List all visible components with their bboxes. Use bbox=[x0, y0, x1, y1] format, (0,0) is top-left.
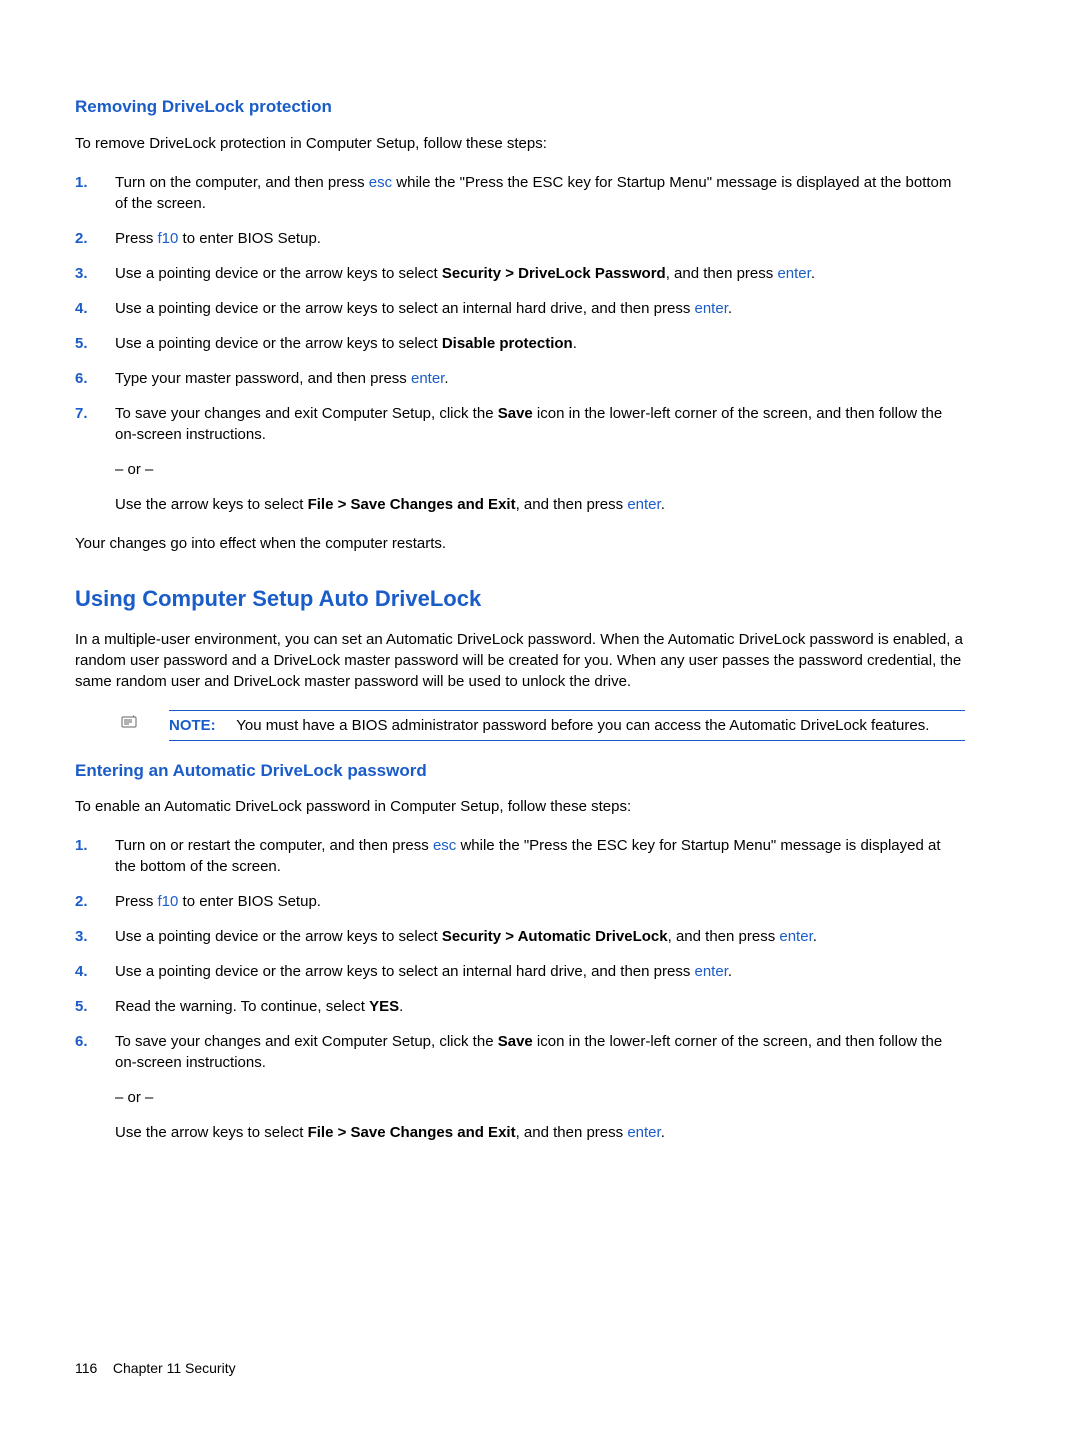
step-text: Turn on or restart the computer, and the… bbox=[115, 837, 941, 875]
step-text: Use a pointing device or the arrow keys … bbox=[115, 300, 732, 317]
step-text: Use a pointing device or the arrow keys … bbox=[115, 963, 732, 980]
chapter-label: Chapter 11 Security bbox=[113, 1360, 236, 1376]
step-3: 3. Use a pointing device or the arrow ke… bbox=[75, 263, 965, 284]
step-number: 2. bbox=[75, 891, 88, 912]
steps-list-2: 1. Turn on or restart the computer, and … bbox=[75, 835, 965, 1143]
step-text: Turn on the computer, and then press esc… bbox=[115, 174, 951, 212]
step-4: 4. Use a pointing device or the arrow ke… bbox=[75, 298, 965, 319]
step-2: 2. Press f10 to enter BIOS Setup. bbox=[75, 891, 965, 912]
step-number: 3. bbox=[75, 926, 88, 947]
step-number: 3. bbox=[75, 263, 88, 284]
step-number: 5. bbox=[75, 333, 88, 354]
note-text: You must have a BIOS administrator passw… bbox=[236, 717, 929, 734]
step-number: 4. bbox=[75, 298, 88, 319]
step-text: Use a pointing device or the arrow keys … bbox=[115, 335, 577, 352]
page-number: 116 bbox=[75, 1360, 97, 1376]
step-number: 7. bbox=[75, 403, 88, 424]
step-text: Use a pointing device or the arrow keys … bbox=[115, 928, 817, 945]
step-number: 5. bbox=[75, 996, 88, 1017]
note-box: NOTE: You must have a BIOS administrator… bbox=[169, 710, 965, 741]
step-or: – or – bbox=[115, 1087, 965, 1108]
document-page: Removing DriveLock protection To remove … bbox=[0, 0, 1080, 1437]
note-icon bbox=[121, 714, 139, 736]
step-number: 2. bbox=[75, 228, 88, 249]
step-6: 6. To save your changes and exit Compute… bbox=[75, 1031, 965, 1143]
step-1: 1. Turn on the computer, and then press … bbox=[75, 172, 965, 214]
step-text: Read the warning. To continue, select YE… bbox=[115, 998, 403, 1015]
step-number: 1. bbox=[75, 172, 88, 193]
heading-entering-auto-drivelock: Entering an Automatic DriveLock password bbox=[75, 759, 965, 783]
step-number: 4. bbox=[75, 961, 88, 982]
note-block: NOTE: You must have a BIOS administrator… bbox=[145, 710, 965, 741]
closing-text: Your changes go into effect when the com… bbox=[75, 533, 965, 554]
step-text: To save your changes and exit Computer S… bbox=[115, 1033, 942, 1071]
step-2: 2. Press f10 to enter BIOS Setup. bbox=[75, 228, 965, 249]
intro-text-3: To enable an Automatic DriveLock passwor… bbox=[75, 796, 965, 817]
step-4: 4. Use a pointing device or the arrow ke… bbox=[75, 961, 965, 982]
step-number: 6. bbox=[75, 1031, 88, 1052]
step-alt: Use the arrow keys to select File > Save… bbox=[115, 1122, 965, 1143]
step-5: 5. Use a pointing device or the arrow ke… bbox=[75, 333, 965, 354]
heading-removing-drivelock: Removing DriveLock protection bbox=[75, 95, 965, 119]
step-text: Type your master password, and then pres… bbox=[115, 370, 449, 387]
step-text: Press f10 to enter BIOS Setup. bbox=[115, 230, 321, 247]
step-1: 1. Turn on or restart the computer, and … bbox=[75, 835, 965, 877]
intro-text-2: In a multiple-user environment, you can … bbox=[75, 629, 965, 692]
step-alt: Use the arrow keys to select File > Save… bbox=[115, 494, 965, 515]
step-text: Press f10 to enter BIOS Setup. bbox=[115, 893, 321, 910]
heading-auto-drivelock: Using Computer Setup Auto DriveLock bbox=[75, 584, 965, 615]
note-content: NOTE: You must have a BIOS administrator… bbox=[169, 715, 965, 736]
step-5: 5. Read the warning. To continue, select… bbox=[75, 996, 965, 1017]
step-or: – or – bbox=[115, 459, 965, 480]
step-6: 6. Type your master password, and then p… bbox=[75, 368, 965, 389]
step-7: 7. To save your changes and exit Compute… bbox=[75, 403, 965, 515]
step-number: 6. bbox=[75, 368, 88, 389]
step-text: Use a pointing device or the arrow keys … bbox=[115, 265, 815, 282]
note-label: NOTE: bbox=[169, 717, 216, 734]
steps-list-1: 1. Turn on the computer, and then press … bbox=[75, 172, 965, 515]
intro-text: To remove DriveLock protection in Comput… bbox=[75, 133, 965, 154]
step-number: 1. bbox=[75, 835, 88, 856]
step-3: 3. Use a pointing device or the arrow ke… bbox=[75, 926, 965, 947]
step-text: To save your changes and exit Computer S… bbox=[115, 405, 942, 443]
page-footer: 116 Chapter 11 Security bbox=[75, 1359, 236, 1379]
